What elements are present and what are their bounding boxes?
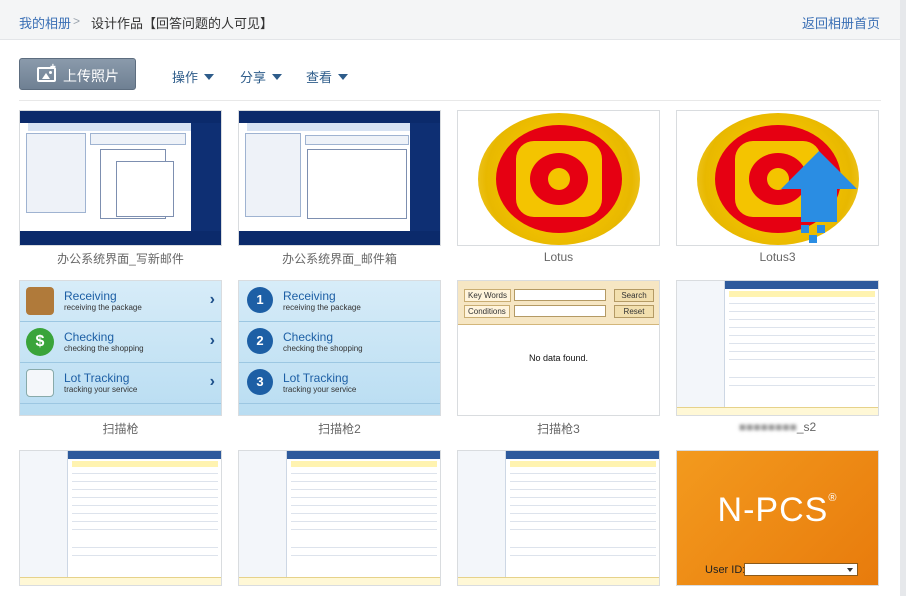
photo-tile[interactable]: 办公系统界面_邮件箱: [238, 110, 441, 270]
step-number-badge: 3: [247, 369, 273, 395]
photo-caption[interactable]: 扫描枪: [19, 420, 222, 437]
photo-thumbnail[interactable]: [238, 450, 441, 586]
photo-tile[interactable]: N-PCS® User ID:: [676, 450, 879, 596]
upload-photo-label: 上传照片: [63, 68, 119, 84]
scanner-row-title: Checking: [64, 330, 115, 344]
search-button: Search: [614, 289, 654, 302]
scanner-row-subtitle: checking the shopping: [64, 344, 144, 353]
breadcrumb-separator: >: [73, 14, 81, 28]
album-title: 设计作品【回答问题的人可见】: [91, 16, 274, 31]
photo-tile[interactable]: [238, 450, 441, 596]
page-scrollbar[interactable]: [900, 0, 906, 596]
caret-down-icon: [338, 74, 349, 80]
screen-icon: [26, 369, 54, 397]
photo-thumbnail[interactable]: 1 Receiving receiving the package 2 Chec…: [238, 280, 441, 416]
breadcrumb-home-link[interactable]: 我的相册: [19, 13, 71, 32]
photo-tile[interactable]: [457, 450, 660, 596]
photo-tile[interactable]: Receiving receiving the package › $ Chec…: [19, 280, 222, 440]
back-to-albums-link[interactable]: 返回相册首页: [802, 13, 880, 32]
conditions-label: Conditions: [464, 305, 510, 318]
scanner-row-subtitle: receiving the package: [64, 303, 142, 312]
plus-icon: +: [50, 62, 56, 73]
photo-thumbnail[interactable]: [676, 110, 879, 246]
caret-down-icon: [204, 74, 215, 80]
chevron-right-icon: ›: [209, 291, 215, 308]
scanner-row-title: Lot Tracking: [283, 371, 349, 385]
album-page: 我的相册 > 设计作品【回答问题的人可见】 返回相册首页 + 上传照片 操作 分…: [0, 0, 900, 596]
caret-down-icon: [272, 74, 283, 80]
photo-tile[interactable]: Lotus3: [676, 110, 879, 270]
conditions-input: [514, 305, 606, 317]
share-menu-label: 分享: [240, 70, 267, 85]
photo-thumbnail[interactable]: [457, 110, 660, 246]
user-id-label: User ID:: [705, 564, 746, 576]
actions-menu[interactable]: 操作: [172, 67, 215, 86]
step-number-badge: 2: [247, 328, 273, 354]
scanner-row-title: Checking: [283, 330, 334, 344]
photo-tile[interactable]: Lotus: [457, 110, 660, 270]
photo-thumbnail[interactable]: [238, 110, 441, 246]
photo-caption[interactable]: 扫描枪3: [457, 420, 660, 437]
empty-message: No data found.: [528, 353, 589, 363]
scanner-row-title: Receiving: [64, 289, 117, 303]
photo-caption[interactable]: ■■■■■■■■_s2: [676, 420, 879, 434]
chevron-right-icon: ›: [209, 373, 215, 390]
npcs-logo: N-PCS®: [717, 491, 838, 529]
scanner-row-subtitle: receiving the package: [283, 303, 361, 312]
breadcrumb: 我的相册 > 设计作品【回答问题的人可见】 返回相册首页: [0, 0, 900, 40]
blurred-text: ■■■■■■■■: [738, 420, 797, 434]
chevron-right-icon: ›: [209, 332, 215, 349]
photo-thumbnail[interactable]: [19, 450, 222, 586]
share-menu[interactable]: 分享: [240, 67, 283, 86]
photo-tile[interactable]: [19, 450, 222, 596]
photo-caption[interactable]: 扫描枪2: [238, 420, 441, 437]
photo-tile[interactable]: 1 Receiving receiving the package 2 Chec…: [238, 280, 441, 440]
photo-caption[interactable]: 办公系统界面_邮件箱: [238, 250, 441, 267]
toolbar-divider: [19, 100, 881, 101]
photo-tile[interactable]: 办公系统界面_写新邮件: [19, 110, 222, 270]
photo-tile[interactable]: Key Words Search Conditions Reset No dat…: [457, 280, 660, 440]
photo-tile[interactable]: ■■■■■■■■_s2: [676, 280, 879, 440]
photo-caption[interactable]: 办公系统界面_写新邮件: [19, 250, 222, 267]
reset-button: Reset: [614, 305, 654, 318]
step-number-badge: 1: [247, 287, 273, 313]
scanner-row-title: Receiving: [283, 289, 336, 303]
key-words-label: Key Words: [464, 289, 511, 302]
upload-photo-button[interactable]: + 上传照片: [19, 58, 136, 90]
photo-thumbnail[interactable]: [457, 450, 660, 586]
key-words-input: [514, 289, 606, 301]
photo-thumbnail[interactable]: Receiving receiving the package › $ Chec…: [19, 280, 222, 416]
photo-thumbnail[interactable]: [19, 110, 222, 246]
package-icon: [26, 287, 54, 315]
photo-caption[interactable]: Lotus3: [676, 250, 879, 264]
view-menu[interactable]: 查看: [306, 67, 349, 86]
upload-arrow-icon: [781, 151, 857, 189]
scanner-row-subtitle: tracking your service: [64, 385, 138, 394]
photo-thumbnail[interactable]: N-PCS® User ID:: [676, 450, 879, 586]
scanner-row-subtitle: tracking your service: [283, 385, 357, 394]
scanner-row-title: Lot Tracking: [64, 371, 130, 385]
photo-thumbnail[interactable]: [676, 280, 879, 416]
scanner-row-subtitle: checking the shopping: [283, 344, 363, 353]
view-menu-label: 查看: [306, 70, 333, 85]
photo-caption[interactable]: Lotus: [457, 250, 660, 264]
photo-thumbnail[interactable]: Key Words Search Conditions Reset No dat…: [457, 280, 660, 416]
actions-menu-label: 操作: [172, 70, 199, 85]
dollar-icon: $: [26, 328, 54, 356]
user-id-select: [744, 563, 858, 576]
